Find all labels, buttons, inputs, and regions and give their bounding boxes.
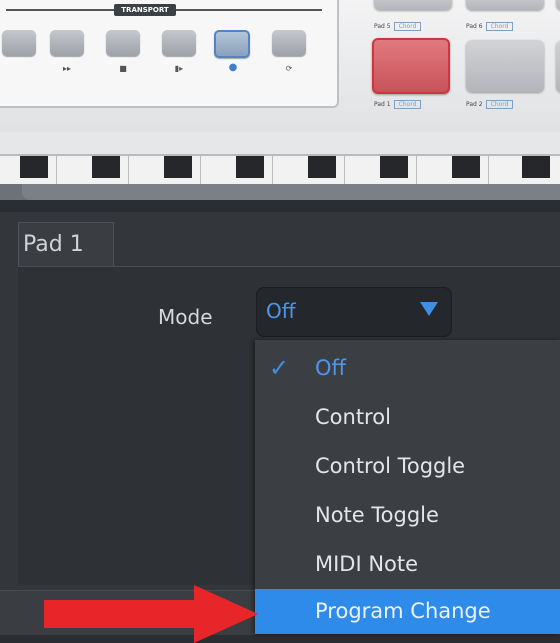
option-control[interactable]: Control xyxy=(255,393,560,442)
transport-button-loop[interactable] xyxy=(272,30,306,56)
key-divider xyxy=(488,156,489,186)
black-key xyxy=(308,156,336,178)
mode-label: Mode xyxy=(158,305,213,329)
transport-button-stop[interactable] xyxy=(106,30,140,56)
red-arrow-icon xyxy=(44,585,258,643)
option-program-change[interactable]: Program Change xyxy=(255,589,560,634)
key-divider xyxy=(344,156,345,186)
pad-2-label: Pad 2 Chord xyxy=(466,100,514,109)
key-divider xyxy=(200,156,201,186)
black-key xyxy=(236,156,264,178)
transport-button-forward[interactable] xyxy=(50,30,84,56)
play-pause-icon: ▮▸ xyxy=(174,64,184,73)
black-key xyxy=(522,156,550,178)
option-label: Control xyxy=(315,405,391,429)
forward-icon: ▸▸ xyxy=(62,64,72,73)
option-label: MIDI Note xyxy=(315,552,419,576)
transport-button-play[interactable] xyxy=(162,30,196,56)
pad-2[interactable] xyxy=(466,40,544,92)
tab-pad-1[interactable]: Pad 1 xyxy=(18,222,114,266)
pad-5-label: Pad 5 Chord xyxy=(374,22,422,31)
key-divider xyxy=(56,156,57,186)
stop-icon: ■ xyxy=(119,64,127,73)
controller-image: TRANSPORT ▸▸ ■ ▮▸ ● ⟳ Pad 5 Chord Pad 6 Ch… xyxy=(0,0,560,212)
mode-select-value: Off xyxy=(266,299,296,323)
key-divider xyxy=(272,156,273,186)
pad-1[interactable] xyxy=(372,38,450,94)
option-midi-note[interactable]: MIDI Note xyxy=(255,540,560,589)
tab-bar: Pad 1 xyxy=(18,222,560,267)
option-label: Program Change xyxy=(315,599,491,623)
black-key xyxy=(20,156,48,178)
loop-icon: ⟳ xyxy=(285,64,293,73)
mode-select[interactable]: Off xyxy=(256,287,452,337)
key-divider xyxy=(416,156,417,186)
checkmark-icon: ✓ xyxy=(269,354,290,382)
keyboard xyxy=(0,154,560,186)
pads-panel: Pad 5 Chord Pad 6 Chord Pad 1 Chord Pad 2 Ch… xyxy=(366,0,560,124)
pad-3[interactable] xyxy=(556,40,560,92)
option-label: Control Toggle xyxy=(315,454,466,478)
transport-button-record[interactable] xyxy=(214,30,250,58)
pad-5[interactable] xyxy=(374,0,452,10)
controller-base-edge xyxy=(22,184,560,200)
key-divider xyxy=(128,156,129,186)
mode-dropdown-menu: ✓ Off Control Control Toggle Note Toggle… xyxy=(255,340,560,634)
option-label: Note Toggle xyxy=(315,503,439,527)
option-control-toggle[interactable]: Control Toggle xyxy=(255,442,560,491)
record-icon: ● xyxy=(228,62,238,73)
option-off[interactable]: ✓ Off xyxy=(255,344,560,393)
transport-panel: TRANSPORT ▸▸ ■ ▮▸ ● ⟳ xyxy=(0,0,339,108)
pad-7[interactable] xyxy=(556,0,560,10)
black-key xyxy=(164,156,192,178)
option-note-toggle[interactable]: Note Toggle xyxy=(255,491,560,540)
controller-shadow xyxy=(0,200,560,212)
transport-label: TRANSPORT xyxy=(114,4,176,16)
pad-1-label: Pad 1 Chord xyxy=(374,100,422,109)
pad-6[interactable] xyxy=(466,0,544,10)
transport-button-1[interactable] xyxy=(2,30,36,56)
option-label: Off xyxy=(315,356,346,380)
dropdown-arrow-icon xyxy=(420,302,438,316)
black-key xyxy=(380,156,408,178)
black-key xyxy=(92,156,120,178)
pad-6-label: Pad 6 Chord xyxy=(466,22,514,31)
black-key xyxy=(452,156,480,178)
